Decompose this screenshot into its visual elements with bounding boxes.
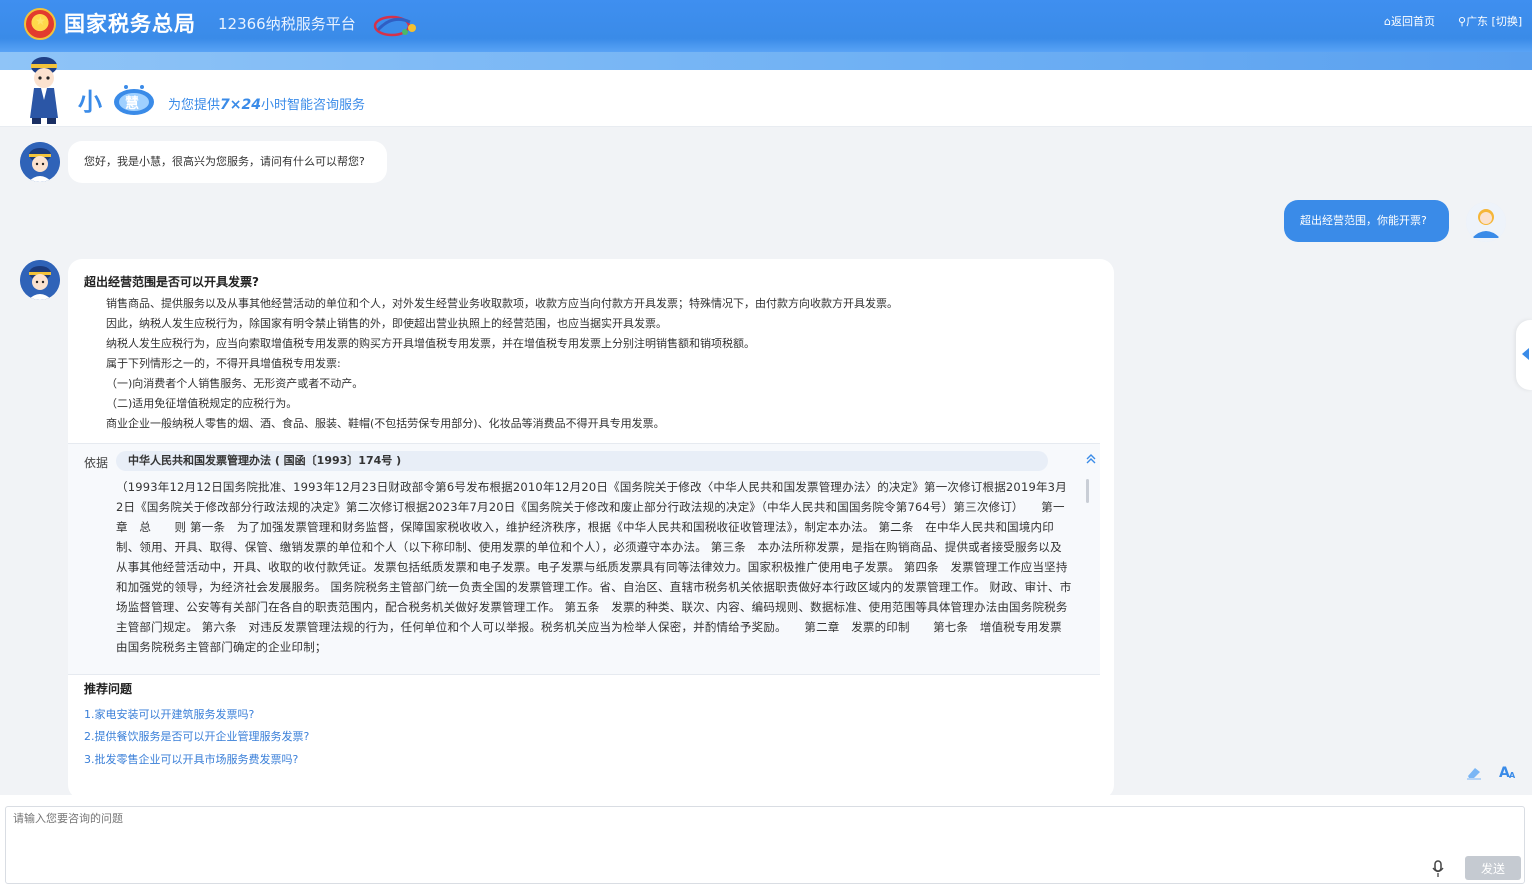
side-panel-toggle-icon[interactable] xyxy=(1516,320,1532,390)
basis-law-text: （1993年12月12日国务院批准、1993年12月23日财政部令第6号发布根据… xyxy=(116,480,1072,654)
recommend-title: 推荐问题 xyxy=(84,682,133,696)
top-header xyxy=(0,0,1532,70)
collapse-icon[interactable] xyxy=(1086,454,1096,467)
basis-scrollbar[interactable] xyxy=(1086,479,1089,503)
region-switch-link[interactable]: ⚲广东 [切换] xyxy=(1458,13,1522,29)
banner-slogan: 为您提供7×24小时智能咨询服务 xyxy=(168,97,365,113)
svg-text:慧: 慧 xyxy=(125,95,139,112)
svg-text:A: A xyxy=(1509,771,1516,780)
answer-title: 超出经营范围是否可以开具发票? xyxy=(84,275,259,289)
basis-label: 依据 xyxy=(84,456,109,470)
chat-area[interactable]: 您好，我是小慧，很高兴为您服务，请问有什么可以帮您? 超出经营范围，你能开票? … xyxy=(0,127,1532,795)
national-emblem-icon xyxy=(24,8,56,40)
xiaohui-logo-icon: 小 慧 xyxy=(78,85,154,116)
mascot-icon xyxy=(30,57,58,124)
answer-line: 属于下列情形之一的，不得开具增值税专用发票: xyxy=(106,357,341,370)
user-question-bubble: 超出经营范围，你能开票? xyxy=(1284,200,1449,242)
answer-line: （一)向消费者个人销售服务、无形资产或者不动产。 xyxy=(106,377,364,390)
answer-line: 纳税人发生应税行为，应当向索取增值税专用发票的购买方开具增值税专用发票，并在增值… xyxy=(106,337,755,350)
recommend-item[interactable]: 2.提供餐饮服务是否可以开企业管理服务发票? xyxy=(84,728,309,744)
question-input-box xyxy=(5,806,1525,884)
microphone-icon[interactable] xyxy=(1432,860,1444,878)
return-home-link[interactable]: ⌂返回首页 xyxy=(1384,13,1435,29)
answer-line: 因此，纳税人发生应税行为，除国家有明令禁止销售的外，即使超出营业执照上的经营范围… xyxy=(106,317,667,330)
greeting-bubble: 您好，我是小慧，很高兴为您服务，请问有什么可以帮您? xyxy=(68,141,387,183)
answer-body: 销售商品、提供服务以及从事其他经营活动的单位和个人，对外发生经营业务收取款项，收… xyxy=(84,294,1094,434)
answer-line: （二)适用免征增值税规定的应税行为。 xyxy=(106,397,298,410)
recommend-item[interactable]: 1.家电安装可以开建筑服务发票吗? xyxy=(84,706,254,722)
recommend-item[interactable]: 3.批发零售企业可以开具市场服务费发票吗? xyxy=(84,751,298,767)
basis-law-title[interactable]: 中华人民共和国发票管理办法 ( 国函〔1993〕174号 ) xyxy=(116,451,1048,471)
font-size-icon[interactable]: AA xyxy=(1499,764,1517,784)
question-input[interactable] xyxy=(6,807,1524,883)
answer-line: 销售商品、提供服务以及从事其他经营活动的单位和个人，对外发生经营业务收取款项，收… xyxy=(106,297,898,310)
home-icon: ⌂ xyxy=(1384,15,1391,28)
bot-avatar-icon xyxy=(20,142,60,182)
send-button[interactable]: 发送 xyxy=(1465,856,1521,880)
site-title: 国家税务总局 xyxy=(64,12,196,36)
header-band xyxy=(0,52,1532,70)
user-avatar-icon xyxy=(1466,202,1506,242)
bot-avatar-icon xyxy=(20,260,60,300)
site-subtitle: 12366纳税服务平台 xyxy=(218,15,356,33)
svg-text:小: 小 xyxy=(78,88,102,116)
location-icon: ⚲ xyxy=(1458,15,1467,28)
platform-badge-icon xyxy=(373,15,416,37)
answer-line: 商业企业一般纳税人零售的烟、酒、食品、服装、鞋帽(不包括劳保专用部分)、化妆品等… xyxy=(106,417,665,430)
eraser-icon[interactable] xyxy=(1466,766,1482,784)
